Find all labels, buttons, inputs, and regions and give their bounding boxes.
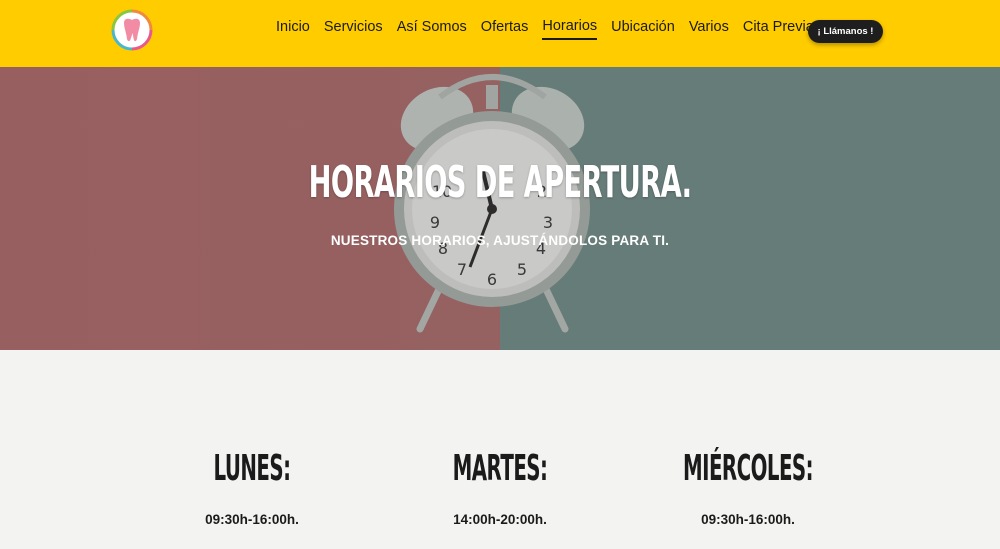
nav-item-cita-previa[interactable]: Cita Previa <box>743 17 814 39</box>
day-hours: 09:30h-16:00h. <box>701 512 795 527</box>
tooth-logo-icon[interactable] <box>111 9 153 51</box>
hero-overlay <box>0 67 1000 350</box>
day-name: MIÉRCOLES: <box>682 448 814 489</box>
nav-item-inicio[interactable]: Inicio <box>276 17 310 39</box>
day-hours: 14:00h-20:00h. <box>453 512 547 527</box>
hero-banner: 3 9 6 5 7 4 8 2 10 HORARIOS DE APERTURA.… <box>0 67 1000 350</box>
nav-item-ofertas[interactable]: Ofertas <box>481 17 529 39</box>
day-name: MARTES: <box>452 448 548 489</box>
nav-item-horarios[interactable]: Horarios <box>542 16 598 40</box>
main-nav: Inicio Servicios Así Somos Ofertas Horar… <box>276 0 828 67</box>
site-header: Inicio Servicios Así Somos Ofertas Horar… <box>0 0 1000 67</box>
nav-item-servicios[interactable]: Servicios <box>324 17 383 39</box>
call-us-button[interactable]: ¡ Llámanos ! <box>808 20 883 43</box>
nav-item-asi-somos[interactable]: Así Somos <box>397 17 467 39</box>
page-title: HORARIOS DE APERTURA. <box>308 157 692 208</box>
nav-item-ubicacion[interactable]: Ubicación <box>611 17 675 39</box>
day-name: LUNES: <box>213 448 292 489</box>
nav-item-varios[interactable]: Varios <box>689 17 729 39</box>
day-hours: 09:30h-16:00h. <box>205 512 299 527</box>
opening-hours-section: LUNES: 09:30h-16:00h. MARTES: 14:00h-20:… <box>0 350 1000 549</box>
page-subtitle: NUESTROS HORARIOS, AJUSTÁNDOLOS PARA TI. <box>330 233 670 248</box>
